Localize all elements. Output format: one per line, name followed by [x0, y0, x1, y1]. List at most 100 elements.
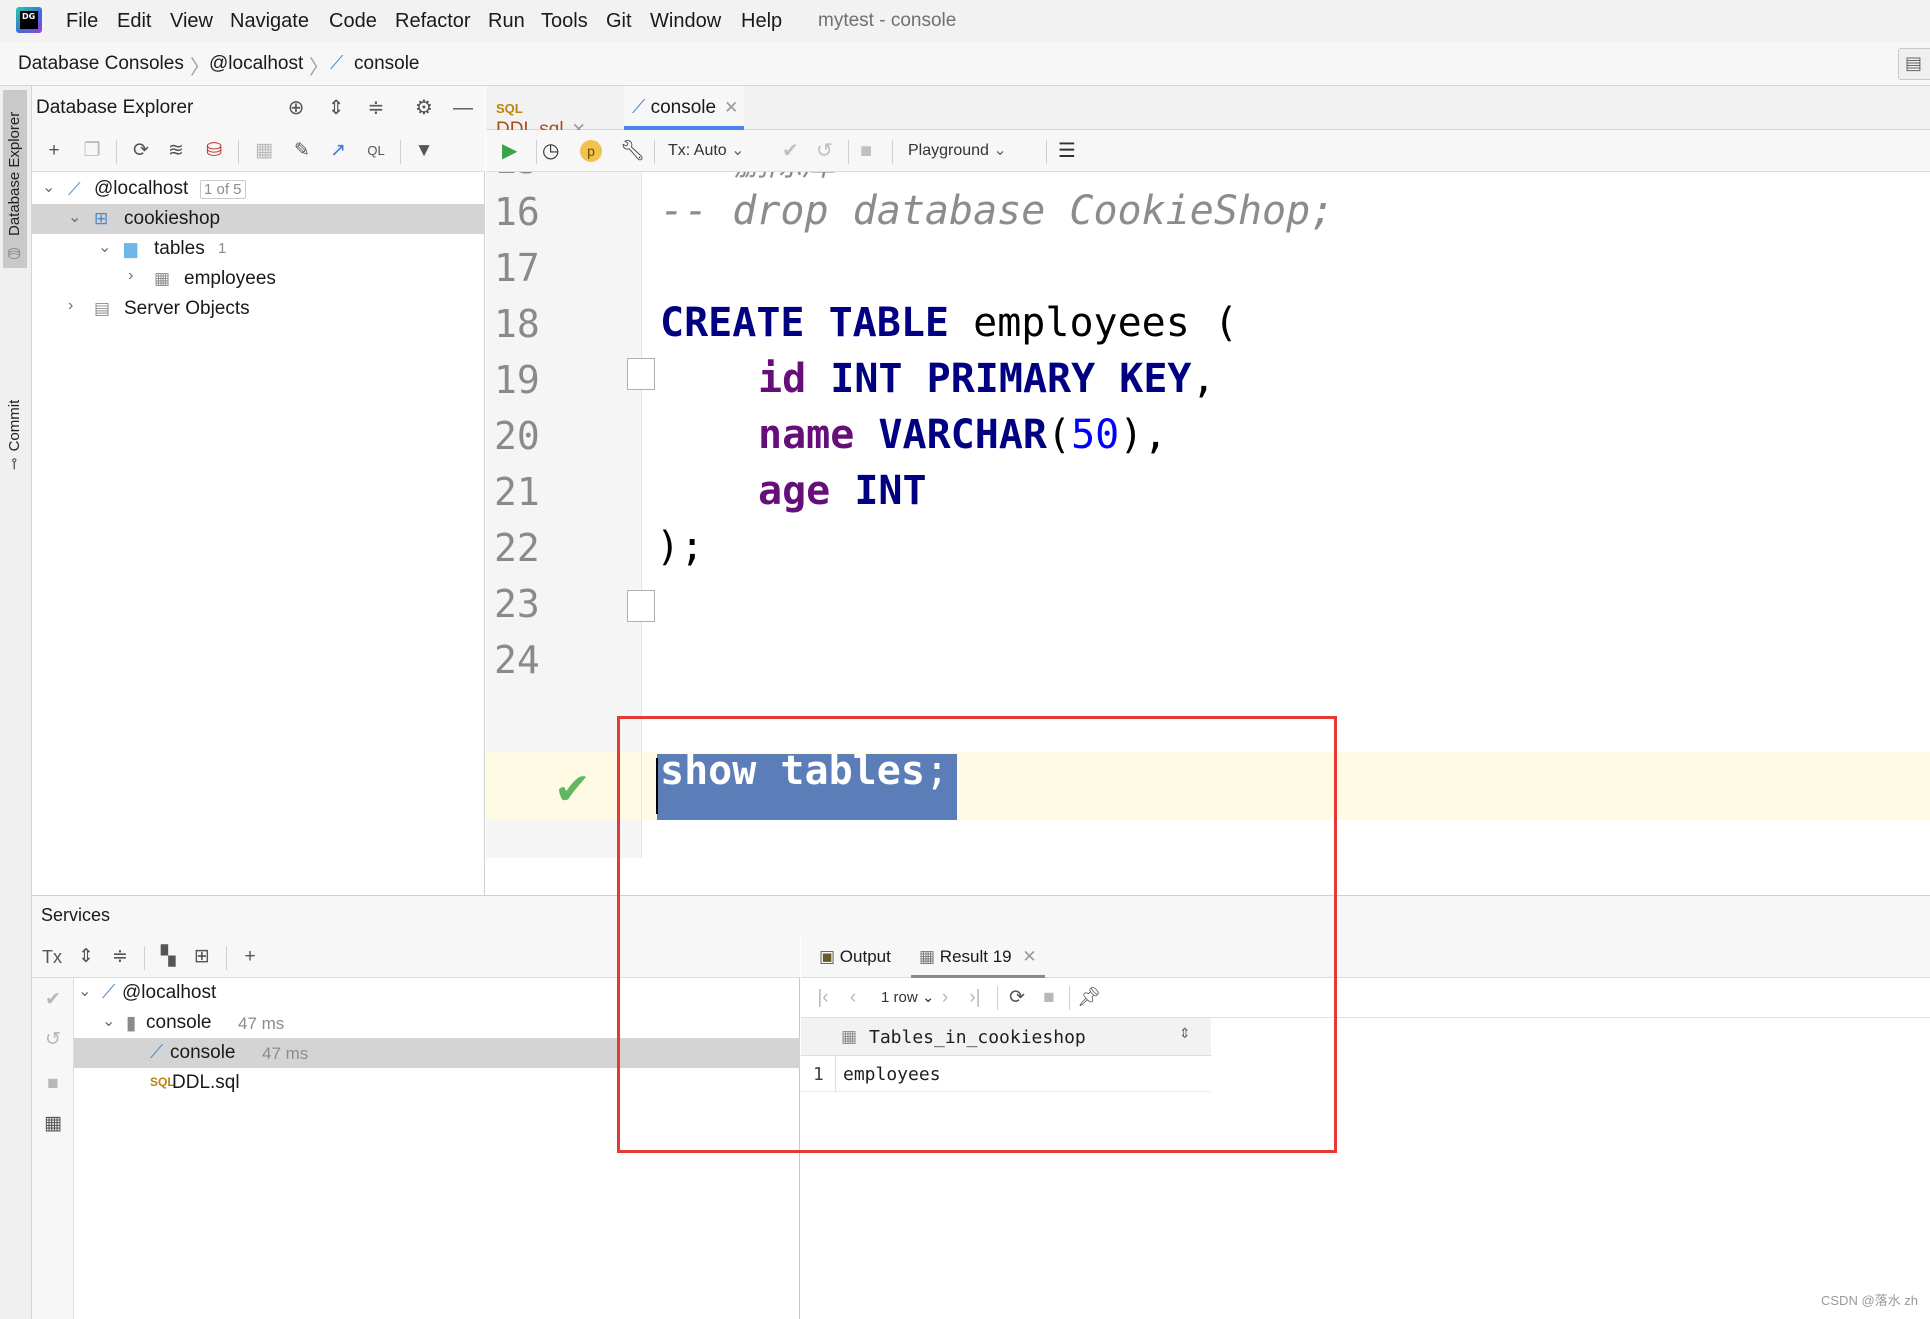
menu-view[interactable]: View [170, 10, 213, 33]
output-layout-icon[interactable]: ☰ [1058, 139, 1076, 163]
service-label: console [170, 1042, 236, 1063]
line-number: 23 [494, 582, 540, 626]
duration: 47 ms [262, 1044, 309, 1063]
service-label: console [146, 1012, 212, 1033]
fold-marker-icon[interactable] [627, 358, 655, 390]
chevron-down-icon[interactable]: ⌄ [68, 207, 81, 227]
layout-icon[interactable]: ▦ [41, 1112, 65, 1136]
stop-icon[interactable]: ■ [41, 1072, 65, 1096]
console-icon: ⟋ [330, 53, 344, 74]
filter-icon[interactable]: ▼ [412, 139, 436, 163]
run-icon[interactable]: ▶ [502, 139, 517, 163]
collapse-all-icon[interactable]: ≑ [108, 945, 132, 969]
code-line-20: name VARCHAR(50), [758, 412, 1168, 458]
tab-database-explorer[interactable]: ⛁Database Explorer [3, 90, 27, 268]
tree-label-server-objects: Server Objects [124, 298, 250, 319]
sql-file-icon: SQL [150, 1075, 175, 1089]
menu-help[interactable]: Help [741, 10, 782, 33]
highlight-annotation-box [617, 716, 1337, 1153]
minimize-icon[interactable]: — [451, 96, 475, 120]
transaction-mode-dropdown[interactable]: Tx: Auto ⌄ [668, 139, 745, 163]
tab-commit[interactable]: ⊸Commit [3, 384, 27, 476]
chevron-down-icon[interactable]: ⌄ [98, 237, 111, 257]
duplicate-icon[interactable]: ❐ [80, 139, 104, 163]
close-icon[interactable]: ✕ [724, 98, 738, 117]
data-source-properties-icon[interactable]: ≋ [164, 139, 188, 163]
database-explorer-toolbar: + ❐ ⟳ ≋ ⛁ ▦ ✎ ↗ QL ▼ [32, 130, 485, 172]
group-by-icon[interactable]: ▚ [156, 945, 180, 969]
chevron-down-icon[interactable]: ⌄ [78, 981, 91, 1001]
editor-tabs: SQL DDL.sql✕ ⟋ console ✕ [486, 86, 1930, 140]
tree-item-tables[interactable]: ⌄ ▆ tables 1 [32, 234, 485, 264]
collapse-all-icon[interactable]: ≑ [364, 96, 388, 120]
query-console-icon[interactable]: QL [364, 139, 388, 163]
editor-toolbar: ▶ ◷ p 🔧︎ Tx: Auto ⌄ ✔ ↺ ■ Playground ⌄ ☰ [486, 130, 1930, 172]
add-icon[interactable]: + [42, 139, 66, 163]
tables-count: 1 [218, 240, 227, 257]
chevron-right-icon[interactable]: › [128, 267, 133, 285]
jump-to-source-icon[interactable]: ↗ [326, 139, 350, 163]
execution-success-icon: ✔ [554, 765, 591, 814]
stop-icon[interactable]: ■ [860, 139, 872, 163]
menu-run[interactable]: Run [488, 10, 525, 33]
refresh-icon[interactable]: ⟳ [129, 139, 153, 163]
mysql-datasource-icon: ⟋ [68, 179, 81, 199]
line-number: 20 [494, 414, 540, 458]
folder-icon: ▆ [124, 239, 138, 258]
rollback-icon[interactable]: ↺ [41, 1028, 65, 1052]
sql-file-icon: SQL [496, 101, 523, 116]
playground-dropdown[interactable]: Playground ⌄ [908, 139, 1007, 163]
menu-edit[interactable]: Edit [117, 10, 151, 33]
tree-item-employees[interactable]: › ▦ employees [32, 264, 485, 294]
code-line-19: id INT PRIMARY KEY, [758, 356, 1216, 402]
chevron-down-icon[interactable]: ⌄ [42, 177, 55, 197]
menu-tools[interactable]: Tools [541, 10, 588, 33]
chevron-right-icon[interactable]: › [68, 297, 73, 315]
tree-item-cookieshop[interactable]: ⌄ ⊞ cookieshop [32, 204, 485, 234]
gear-icon[interactable]: ⚙ [412, 96, 436, 120]
locate-icon[interactable]: ⊕ [284, 96, 308, 120]
tree-item-localhost[interactable]: ⌄ ⟋ @localhost 1 of 5 [32, 174, 485, 204]
menu-refactor[interactable]: Refactor [395, 10, 471, 33]
commit-check-icon[interactable]: ✔ [782, 139, 799, 163]
tree-label-tables: tables [154, 238, 205, 259]
session-badge-icon[interactable]: p [580, 140, 602, 162]
schema-count-badge[interactable]: 1 of 5 [200, 180, 246, 199]
table-icon[interactable]: ▦ [252, 139, 276, 163]
expand-all-icon[interactable]: ⇕ [74, 945, 98, 969]
expand-all-icon[interactable]: ⇕ [324, 96, 348, 120]
line-number: 19 [494, 358, 540, 402]
tab-ddl-sql[interactable]: SQL DDL.sql✕ [496, 86, 604, 140]
wrench-icon[interactable]: 🔧︎ [620, 139, 645, 163]
rollback-icon[interactable]: ↺ [816, 139, 833, 163]
database-changes-icon: ▤ [1905, 53, 1923, 73]
commit-check-icon[interactable]: ✔ [41, 988, 65, 1012]
panel-title: Services [41, 905, 111, 925]
menu-window[interactable]: Window [650, 10, 721, 33]
breadcrumb-localhost[interactable]: @localhost [209, 53, 303, 75]
database-changes-button[interactable]: ▤ DI [1898, 48, 1930, 80]
menu-code[interactable]: Code [329, 10, 377, 33]
commit-icon: ⊸ [6, 457, 23, 470]
add-service-icon[interactable]: + [238, 945, 262, 969]
menu-bar: DG File Edit View Navigate Code Refactor… [0, 0, 1930, 42]
services-side-actions: ✔ ↺ ■ ▦ [32, 978, 74, 1319]
tab-console[interactable]: ⟋ console ✕ [624, 86, 744, 130]
menu-navigate[interactable]: Navigate [230, 10, 309, 33]
transaction-dropdown[interactable]: Tx [40, 945, 64, 969]
new-tab-icon[interactable]: ⊞ [190, 945, 214, 969]
history-icon[interactable]: ◷ [542, 139, 559, 163]
tree-item-server-objects[interactable]: › ▤ Server Objects [32, 294, 485, 324]
menu-file[interactable]: File [66, 10, 98, 33]
menu-git[interactable]: Git [606, 10, 632, 33]
line-number: 22 [494, 526, 540, 570]
fold-marker-icon[interactable] [627, 590, 655, 622]
code-line-15: 删除库 [734, 172, 836, 185]
breadcrumb-console[interactable]: console [354, 53, 420, 75]
tree-label-employees: employees [184, 268, 276, 289]
edit-icon[interactable]: ✎ [290, 139, 314, 163]
chevron-down-icon[interactable]: ⌄ [102, 1011, 115, 1031]
disconnect-icon[interactable]: ⛁ [202, 139, 226, 163]
line-number: 15 [494, 172, 554, 182]
breadcrumb-database-consoles[interactable]: Database Consoles [18, 53, 184, 75]
